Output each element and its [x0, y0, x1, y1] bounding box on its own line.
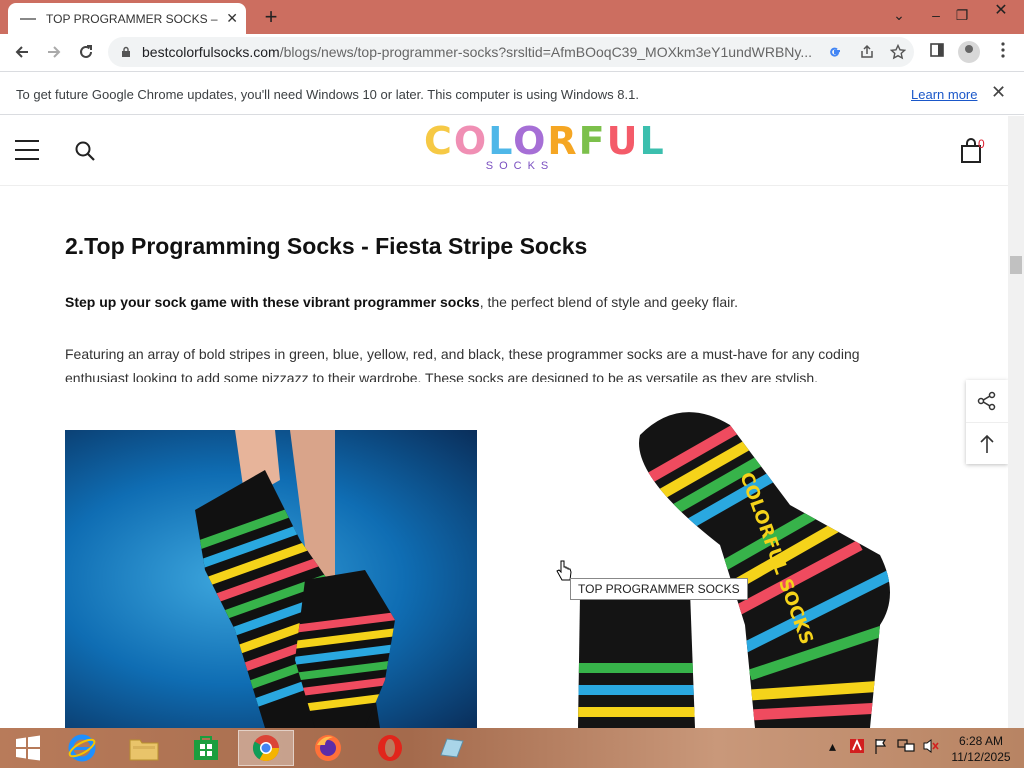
- image-tooltip: TOP PROGRAMMER SOCKS: [570, 578, 748, 600]
- bookmark-star-icon[interactable]: [887, 41, 909, 63]
- lock-icon: [122, 46, 130, 57]
- infobar-message: To get future Google Chrome updates, you…: [16, 87, 639, 102]
- arrow-up-icon: [980, 434, 994, 453]
- menu-kebab-icon[interactable]: [992, 42, 1014, 64]
- firefox-icon: [315, 735, 341, 761]
- share-nodes-icon: [977, 391, 996, 411]
- new-tab-button[interactable]: +: [258, 4, 284, 30]
- action-center-flag-icon[interactable]: [874, 738, 888, 754]
- browser-tab[interactable]: TOP PROGRAMMER SOCKS – be ✕: [8, 3, 246, 34]
- logo-letter: O: [453, 119, 489, 163]
- cart-count-badge: 0: [978, 137, 985, 151]
- profile-avatar[interactable]: [958, 41, 980, 63]
- back-arrow-icon: [15, 46, 28, 58]
- opera-icon: [378, 735, 402, 761]
- restore-button[interactable]: ❐: [946, 0, 978, 30]
- taskbar-internet-explorer[interactable]: [54, 730, 110, 766]
- side-panel-icon[interactable]: [926, 42, 948, 64]
- system-clock[interactable]: 6:28 AM 11/12/2025: [948, 733, 1014, 765]
- logo-letter: R: [547, 119, 579, 163]
- logo-letter: L: [639, 119, 666, 163]
- address-bar[interactable]: bestcolorfulsocks.com/blogs/news/top-pro…: [108, 37, 914, 67]
- article-paragraph-2: Featuring an array of bold stripes in gr…: [65, 346, 860, 382]
- logo-letter: O: [513, 119, 548, 163]
- tab-title: TOP PROGRAMMER SOCKS – be: [46, 11, 221, 26]
- title-bar: TOP PROGRAMMER SOCKS – be ✕ + ⌄ – ❐ ✕: [0, 0, 1024, 34]
- store-icon: [194, 736, 218, 760]
- tab-search-button[interactable]: ⌄: [883, 0, 915, 30]
- article-paragraph-1: Step up your sock game with these vibran…: [65, 294, 739, 310]
- start-button[interactable]: [0, 730, 56, 766]
- site-header: COLORFUL SOCKS 0: [0, 116, 1008, 186]
- sock-photo-worn: [65, 430, 477, 728]
- infobar-close-icon[interactable]: ✕: [991, 82, 1006, 103]
- taskbar-firefox[interactable]: [300, 730, 356, 766]
- site-logo[interactable]: COLORFUL SOCKS: [424, 119, 664, 172]
- reload-button[interactable]: [72, 38, 100, 66]
- volume-muted-icon[interactable]: [922, 738, 940, 754]
- windows-taskbar: ▴ 6:28 AM 11/12/2025: [0, 728, 1024, 768]
- scrollbar-thumb[interactable]: [1010, 256, 1022, 274]
- chrome-icon: [252, 735, 280, 762]
- logo-wordmark: COLORFUL: [424, 119, 664, 163]
- article-heading: 2.Top Programming Socks - Fiesta Stripe …: [65, 233, 588, 259]
- update-infobar: To get future Google Chrome updates, you…: [0, 71, 1024, 115]
- logo-letter: L: [488, 119, 514, 163]
- antivirus-tray-icon[interactable]: [849, 738, 865, 754]
- floating-actions: [966, 380, 1008, 464]
- application-icon: [440, 738, 464, 758]
- share-button[interactable]: [966, 380, 1008, 422]
- forward-button[interactable]: [40, 38, 68, 66]
- hamburger-menu-icon[interactable]: [15, 140, 39, 160]
- browser-toolbar: bestcolorfulsocks.com/blogs/news/top-pro…: [0, 34, 1024, 71]
- forward-arrow-icon: [48, 46, 61, 58]
- tab-close-icon[interactable]: ✕: [226, 10, 238, 27]
- window-close-button[interactable]: ✕: [978, 0, 1024, 24]
- internet-explorer-icon: [68, 734, 96, 762]
- logo-letter: F: [578, 119, 607, 163]
- sock-product-photo: COLORFUL SOCKS: [560, 395, 940, 728]
- tray-overflow-icon[interactable]: ▴: [829, 738, 836, 755]
- taskbar-store[interactable]: [178, 730, 234, 766]
- article-content: 2.Top Programming Socks - Fiesta Stripe …: [0, 187, 1008, 728]
- share-icon[interactable]: [856, 41, 878, 63]
- taskbar-opera[interactable]: [362, 730, 418, 766]
- google-lens-icon[interactable]: [824, 41, 846, 63]
- folder-icon: [129, 739, 159, 761]
- back-button[interactable]: [8, 38, 36, 66]
- url-text[interactable]: bestcolorfulsocks.com/blogs/news/top-pro…: [142, 44, 812, 60]
- logo-letter: U: [606, 119, 640, 163]
- taskbar-chrome[interactable]: [238, 730, 294, 766]
- tab-favicon-icon: [20, 17, 36, 20]
- page-scrollbar[interactable]: [1008, 116, 1024, 728]
- learn-more-link[interactable]: Learn more: [911, 87, 977, 102]
- reload-icon: [80, 45, 92, 58]
- logo-letter: C: [424, 119, 454, 163]
- search-icon[interactable]: [74, 140, 96, 162]
- network-icon[interactable]: [897, 738, 915, 754]
- taskbar-file-explorer[interactable]: [116, 730, 172, 766]
- taskbar-app[interactable]: [424, 730, 480, 766]
- windows-logo-icon: [16, 735, 40, 761]
- back-to-top-button[interactable]: [966, 422, 1008, 464]
